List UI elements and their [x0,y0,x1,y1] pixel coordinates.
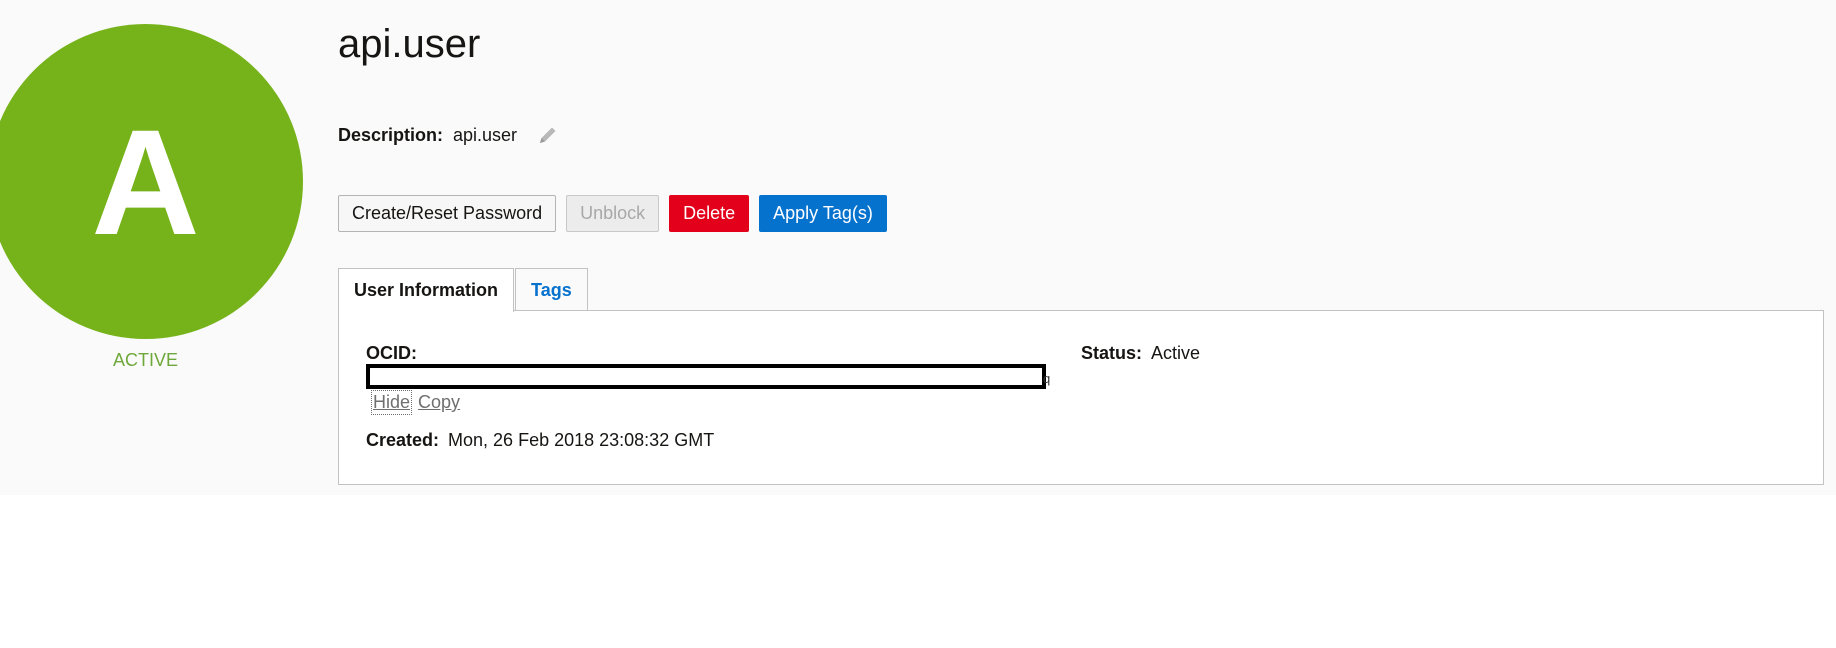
created-label: Created: [366,430,440,450]
action-buttons: Create/Reset Password Unblock Delete App… [338,195,887,232]
user-details-page: A ACTIVE api.user Description: api.user … [0,0,1836,495]
avatar: A [0,24,303,339]
delete-button[interactable]: Delete [669,195,750,232]
created-value: Mon, 26 Feb 2018 23:08:32 GMT [448,430,715,450]
created-row: Created: Mon, 26 Feb 2018 23:08:32 GMT [366,430,714,451]
create-reset-password-button[interactable]: Create/Reset Password [338,195,557,232]
ocid-actions: Hide Copy [370,390,460,415]
status-row: Status: Active [1081,343,1200,364]
status-value: Active [1151,343,1201,363]
ocid-label: OCID: [366,343,417,363]
status-label: Status: [1081,343,1143,363]
description-row: Description: api.user [338,124,559,146]
ocid-tail-char: q [1043,371,1051,386]
avatar-status-label: ACTIVE [112,350,178,370]
tab-user-information[interactable]: User Information [338,268,515,312]
apply-tags-button[interactable]: Apply Tag(s) [759,195,887,232]
description-label: Description: [338,124,444,145]
pencil-icon[interactable] [537,124,559,146]
avatar-initial: A [91,97,200,266]
hide-ocid-link[interactable]: Hide [370,390,413,415]
copy-ocid-link[interactable]: Copy [418,392,460,413]
ocid-value-redacted [366,364,1046,389]
tab-bar: User Information Tags [338,268,588,312]
tab-tags[interactable]: Tags [515,268,588,311]
page-title: api.user [338,22,481,66]
description-value: api.user [453,124,518,145]
user-information-panel: OCID: q Hide Copy Created: Mon, 26 Feb 2… [338,310,1824,485]
unblock-button[interactable]: Unblock [566,195,660,232]
